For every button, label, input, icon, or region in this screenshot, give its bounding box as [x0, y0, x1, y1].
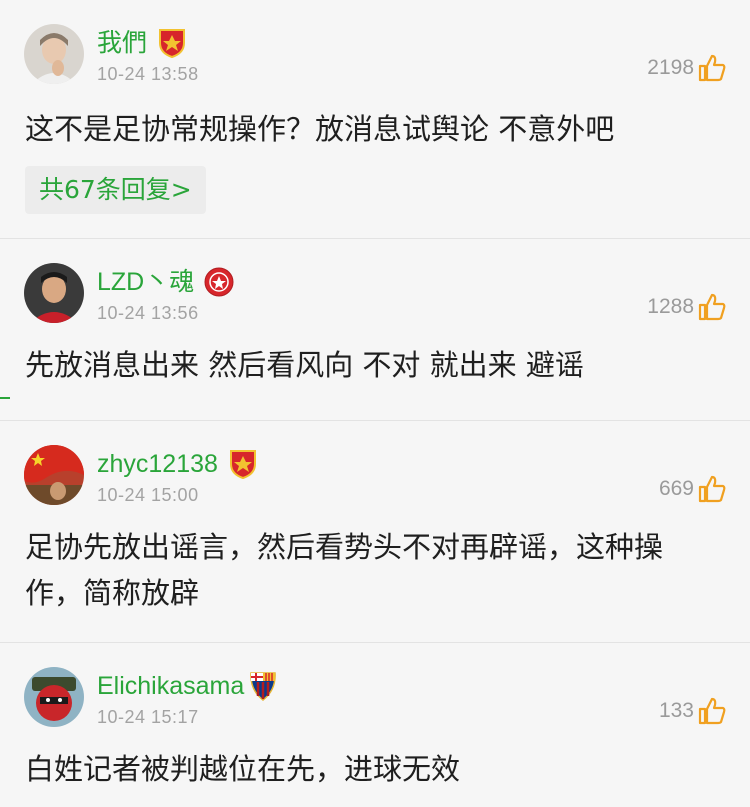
avatar[interactable] [24, 667, 84, 727]
comment-text: 这不是足协常规操作？放消息试舆论 不意外吧 [25, 112, 615, 146]
comment-text: 足协先放出谣言，然后看势头不对再辟谣，这种操作，简称放辟 [25, 530, 664, 610]
like-count: 1288 [647, 295, 694, 318]
avatar-image [24, 24, 84, 84]
username[interactable]: zhyc12138 [97, 447, 218, 481]
like-count: 2198 [647, 56, 694, 79]
username[interactable]: Elichikasama [97, 669, 244, 703]
thumbs-up-icon [696, 52, 728, 84]
comment-item: zhyc12138 10-24 15:00 669 足协先放出谣言，然后看势头不… [0, 421, 750, 643]
thumbs-up-icon [696, 695, 728, 727]
username-row: zhyc12138 [97, 447, 258, 481]
like-button[interactable]: 2198 [647, 52, 728, 84]
avatar-image [24, 263, 84, 323]
like-button[interactable]: 133 [659, 695, 728, 727]
avatar[interactable] [24, 445, 84, 505]
guangzhou-club-badge-icon [228, 448, 258, 480]
red-club-crest-icon [204, 266, 234, 298]
like-button[interactable]: 1288 [647, 291, 728, 323]
username-row: 我們 [97, 26, 187, 60]
username-row: Elichikasama [97, 669, 278, 703]
like-button[interactable]: 669 [659, 473, 728, 505]
comment-item: 我們 10-24 13:58 2198 这不是足协常规操作？放消息试舆论 不意外… [0, 0, 750, 239]
avatar[interactable] [24, 24, 84, 84]
username[interactable]: 我們 [97, 26, 147, 60]
timestamp: 10-24 15:17 [97, 707, 199, 727]
timestamp: 10-24 15:00 [97, 485, 199, 505]
view-replies-button[interactable]: 共67条回复> [25, 166, 206, 214]
thumbs-up-icon [696, 291, 728, 323]
comment-list: 我們 10-24 13:58 2198 这不是足协常规操作？放消息试舆论 不意外… [0, 0, 750, 807]
like-count: 133 [658, 699, 694, 722]
guangzhou-club-badge-icon [157, 27, 187, 59]
avatar-image [24, 667, 84, 727]
thumbs-up-icon [696, 473, 728, 505]
comment-text: 白姓记者被判越位在先，进球无效 [25, 752, 461, 786]
timestamp: 10-24 13:58 [97, 64, 199, 84]
avatar[interactable] [24, 263, 84, 323]
barcelona-crest-icon [248, 670, 278, 702]
comment-item: LZD丶魂 10-24 13:56 1288 先放消息出来 然后看风向 不对 就… [0, 239, 750, 421]
username-row: LZD丶魂 [97, 265, 234, 299]
comment-item: Elichikasama 10-24 15:17 133 白姓记者被判越位在先，… [0, 643, 750, 807]
avatar-image [24, 445, 84, 505]
comment-text: 先放消息出来 然后看风向 不对 就出来 避谣 [25, 348, 584, 382]
scroll-indicator [0, 397, 10, 399]
like-count: 669 [658, 477, 694, 500]
timestamp: 10-24 13:56 [97, 303, 199, 323]
username[interactable]: LZD丶魂 [97, 265, 194, 299]
